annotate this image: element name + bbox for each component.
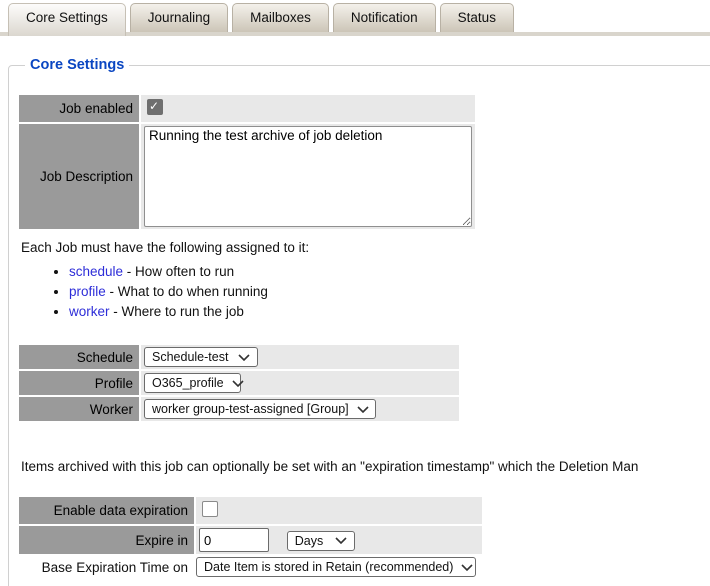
expire-unit-select[interactable]: Days <box>287 531 355 551</box>
tab-mailboxes[interactable]: Mailboxes <box>232 3 329 32</box>
expire-unit-value: Days <box>295 534 323 548</box>
chevron-down-icon <box>335 537 347 544</box>
schedule-select-value: Schedule-test <box>152 350 228 364</box>
profile-select[interactable]: O365_profile <box>144 373 241 393</box>
table-row: Base Expiration Time on Date Item is sto… <box>19 556 482 578</box>
list-item: profile - What to do when running <box>69 284 710 299</box>
job-enabled-label: Job enabled <box>19 95 139 122</box>
section-title: Core Settings <box>25 57 129 73</box>
enable-expiration-label: Enable data expiration <box>19 497 194 524</box>
tab-notification[interactable]: Notification <box>333 3 436 32</box>
enable-expiration-checkbox[interactable] <box>202 501 218 517</box>
list-item: schedule - How often to run <box>69 264 710 279</box>
profile-select-value: O365_profile <box>152 376 224 390</box>
assignment-table: Schedule Schedule-test Profile O365_prof… <box>17 343 461 423</box>
profile-desc: - What to do when running <box>106 284 268 299</box>
core-settings-page: Core Settings Journaling Mailboxes Notif… <box>0 0 710 586</box>
job-table: Job enabled Job Description Running the … <box>17 93 477 231</box>
tab-core-settings[interactable]: Core Settings <box>8 3 126 36</box>
worker-link[interactable]: worker <box>69 304 110 319</box>
profile-label: Profile <box>19 371 139 395</box>
schedule-label: Schedule <box>19 345 139 369</box>
table-row: Job enabled <box>19 95 475 122</box>
base-expiration-select[interactable]: Date Item is stored in Retain (recommend… <box>196 557 476 577</box>
chevron-down-icon <box>238 354 250 361</box>
worker-select[interactable]: worker group-test-assigned [Group] <box>144 399 376 419</box>
table-row: Worker worker group-test-assigned [Group… <box>19 397 459 421</box>
schedule-desc: - How often to run <box>123 264 234 279</box>
list-item: worker - Where to run the job <box>69 304 710 319</box>
expire-in-input[interactable] <box>199 528 269 552</box>
tab-status[interactable]: Status <box>440 3 514 32</box>
expiration-note-text: Items archived with this job can optiona… <box>21 459 710 474</box>
schedule-select[interactable]: Schedule-test <box>144 347 258 367</box>
profile-link[interactable]: profile <box>69 284 106 299</box>
job-description-textarea[interactable]: Running the test archive of job deletion <box>144 126 472 227</box>
worker-select-value: worker group-test-assigned [Group] <box>152 402 349 416</box>
tab-journaling[interactable]: Journaling <box>130 3 228 32</box>
table-row: Job Description Running the test archive… <box>19 124 475 229</box>
job-description-label: Job Description <box>19 124 139 229</box>
assigned-intro-text: Each Job must have the following assigne… <box>21 240 710 255</box>
table-row: Schedule Schedule-test <box>19 345 459 369</box>
table-row: Profile O365_profile <box>19 371 459 395</box>
expiration-table: Enable data expiration Expire in Days Ba… <box>17 495 484 580</box>
worker-desc: - Where to run the job <box>110 304 244 319</box>
expire-in-label: Expire in <box>19 526 194 554</box>
table-row: Expire in Days <box>19 526 482 554</box>
worker-label: Worker <box>19 397 139 421</box>
table-row: Enable data expiration <box>19 497 482 524</box>
base-expiration-label: Base Expiration Time on <box>19 556 194 578</box>
base-expiration-value: Date Item is stored in Retain (recommend… <box>204 560 453 574</box>
core-settings-fieldset: Core Settings Job enabled Job Descriptio… <box>8 57 710 586</box>
tab-bar: Core Settings Journaling Mailboxes Notif… <box>0 0 710 36</box>
chevron-down-icon <box>357 406 369 413</box>
schedule-link[interactable]: schedule <box>69 264 123 279</box>
assigned-list: schedule - How often to run profile - Wh… <box>15 264 710 319</box>
job-enabled-checkbox[interactable] <box>147 99 163 115</box>
chevron-down-icon <box>232 380 244 387</box>
chevron-down-icon <box>461 564 473 571</box>
